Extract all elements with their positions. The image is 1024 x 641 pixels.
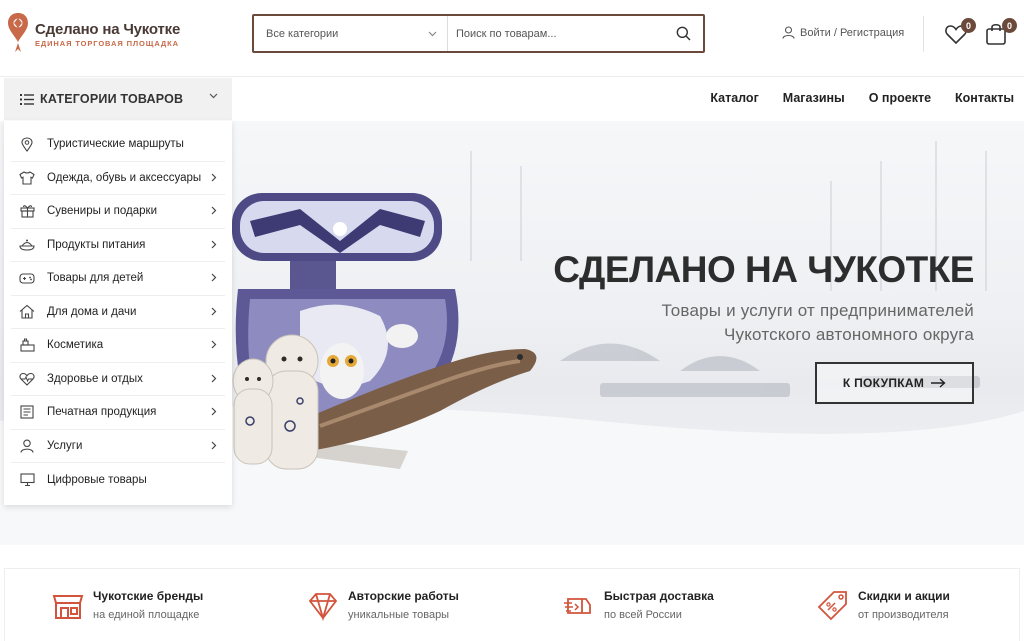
chevron-right-icon xyxy=(211,173,217,181)
feature-handmade: Авторские работы уникальные товары xyxy=(306,589,459,623)
category-label: Товары для детей xyxy=(47,272,144,285)
feature-subtitle: по всей России xyxy=(604,609,682,621)
cart-count-badge: 0 xyxy=(1002,18,1017,33)
hero-subtitle-line1: Товары и услуги от предпринимателей xyxy=(661,301,974,320)
chevron-right-icon xyxy=(211,273,217,282)
category-item[interactable]: Услуги xyxy=(11,430,225,463)
logo-pin-icon xyxy=(8,13,28,52)
category-label: Для дома и дачи xyxy=(47,305,137,318)
main-nav: Каталог Магазины О проекте Контакты xyxy=(710,91,1014,105)
list-icon xyxy=(20,93,34,105)
cosmetics-icon xyxy=(19,337,35,353)
category-item[interactable]: Здоровье и отдых xyxy=(11,363,225,396)
search-category-label: Все категории xyxy=(266,27,339,40)
category-label: Продукты питания xyxy=(47,238,146,251)
shop-icon xyxy=(52,595,84,619)
category-label: Печатная продукция xyxy=(47,406,157,419)
category-label: Услуги xyxy=(47,439,83,452)
chevron-down-icon xyxy=(428,31,437,36)
chevron-right-icon xyxy=(211,307,217,315)
hero-subtitle-line2: Чукотского автономного округа xyxy=(723,325,974,344)
feature-title: Быстрая доставка xyxy=(604,589,714,603)
nav-contacts[interactable]: Контакты xyxy=(955,91,1014,105)
category-label: Туристические маршруты xyxy=(47,138,184,151)
diamond-icon xyxy=(308,593,338,622)
category-item[interactable]: Сувениры и подарки xyxy=(11,195,225,229)
category-label: Сувениры и подарки xyxy=(47,205,158,218)
shop-now-label: К ПОКУПКАМ xyxy=(842,376,925,390)
login-link[interactable]: Войти / Регистрация xyxy=(782,26,904,39)
header-divider xyxy=(923,16,924,52)
map-pin-icon xyxy=(19,136,35,152)
gamepad-icon xyxy=(19,270,35,286)
user-icon xyxy=(19,438,35,454)
category-item[interactable]: Косметика xyxy=(11,329,225,363)
features-strip: Чукотские бренды на единой площадке Авто… xyxy=(4,568,1020,641)
feature-brands: Чукотские бренды на единой площадке xyxy=(51,589,203,623)
chevron-down-icon xyxy=(209,93,218,99)
feature-title: Авторские работы xyxy=(348,589,459,603)
category-menu: Туристические маршруты Одежда, обувь и а… xyxy=(4,121,232,505)
delivery-icon xyxy=(564,598,591,614)
category-item[interactable]: Продукты питания xyxy=(11,229,225,262)
chevron-right-icon xyxy=(211,240,217,248)
feature-discounts: Скидки и акции от производителя xyxy=(816,589,950,623)
search-input[interactable] xyxy=(448,16,663,51)
category-label: Цифровые товары xyxy=(47,473,147,486)
category-item[interactable]: Одежда, обувь и аксессуары xyxy=(11,162,225,195)
chevron-right-icon xyxy=(211,340,217,349)
category-item[interactable]: Товары для детей xyxy=(11,262,225,296)
hero-subtitle: Товары и услуги от предпринимателей Чуко… xyxy=(662,299,975,347)
category-label: Здоровье и отдых xyxy=(47,372,143,385)
hero-title: СДЕЛАНО НА ЧУКОТКЕ xyxy=(553,249,974,290)
arrow-right-icon xyxy=(931,378,946,388)
chevron-right-icon xyxy=(211,206,217,215)
feature-delivery: Быстрая доставка по всей России xyxy=(562,589,714,623)
nav-about[interactable]: О проекте xyxy=(869,91,931,105)
search-category-select[interactable]: Все категории xyxy=(254,16,448,51)
chevron-right-icon xyxy=(211,407,217,416)
discount-tag-icon xyxy=(817,591,847,621)
categories-toggle[interactable]: КАТЕГОРИИ ТОВАРОВ xyxy=(4,78,232,120)
category-item[interactable]: Для дома и дачи xyxy=(11,296,225,329)
chevron-right-icon xyxy=(211,374,217,382)
feature-title: Скидки и акции xyxy=(858,589,950,603)
login-label: Войти / Регистрация xyxy=(800,26,905,39)
newspaper-icon xyxy=(19,404,35,420)
feature-subtitle: уникальные товары xyxy=(348,609,450,621)
feature-subtitle: от производителя xyxy=(858,609,949,621)
category-label: Косметика xyxy=(47,339,104,352)
search-icon xyxy=(676,26,691,41)
home-icon xyxy=(19,304,35,320)
nav-shops[interactable]: Магазины xyxy=(783,91,845,105)
cart-button[interactable]: 0 xyxy=(985,18,1017,48)
categories-toggle-label: КАТЕГОРИИ ТОВАРОВ xyxy=(40,92,184,106)
monitor-icon xyxy=(19,472,35,488)
logo-title: Сделано на Чукотке xyxy=(35,21,181,38)
heart-pulse-icon xyxy=(19,371,35,387)
wishlist-button[interactable]: 0 xyxy=(944,18,976,48)
logo-subtitle: Единая торговая площадка xyxy=(35,39,179,48)
shop-now-button[interactable]: К ПОКУПКАМ xyxy=(815,362,974,404)
category-item[interactable]: Цифровые товары xyxy=(11,463,225,497)
category-item[interactable]: Туристические маршруты xyxy=(11,128,225,162)
site-header: Сделано на Чукотке Единая торговая площа… xyxy=(0,0,1024,77)
chevron-right-icon xyxy=(211,441,217,449)
search-button[interactable] xyxy=(663,16,703,51)
nav-catalog[interactable]: Каталог xyxy=(710,91,758,105)
feature-title: Чукотские бренды xyxy=(93,589,204,603)
wishlist-count-badge: 0 xyxy=(961,18,976,33)
feature-subtitle: на единой площадке xyxy=(93,609,200,621)
shirt-icon xyxy=(19,170,35,186)
category-item[interactable]: Печатная продукция xyxy=(11,396,225,430)
logo[interactable]: Сделано на Чукотке Единая торговая площа… xyxy=(7,12,180,54)
gift-icon xyxy=(19,203,35,219)
search-bar: Все категории xyxy=(252,14,705,53)
category-label: Одежда, обувь и аксессуары xyxy=(47,171,202,184)
food-icon xyxy=(19,237,35,253)
user-icon xyxy=(782,26,795,39)
